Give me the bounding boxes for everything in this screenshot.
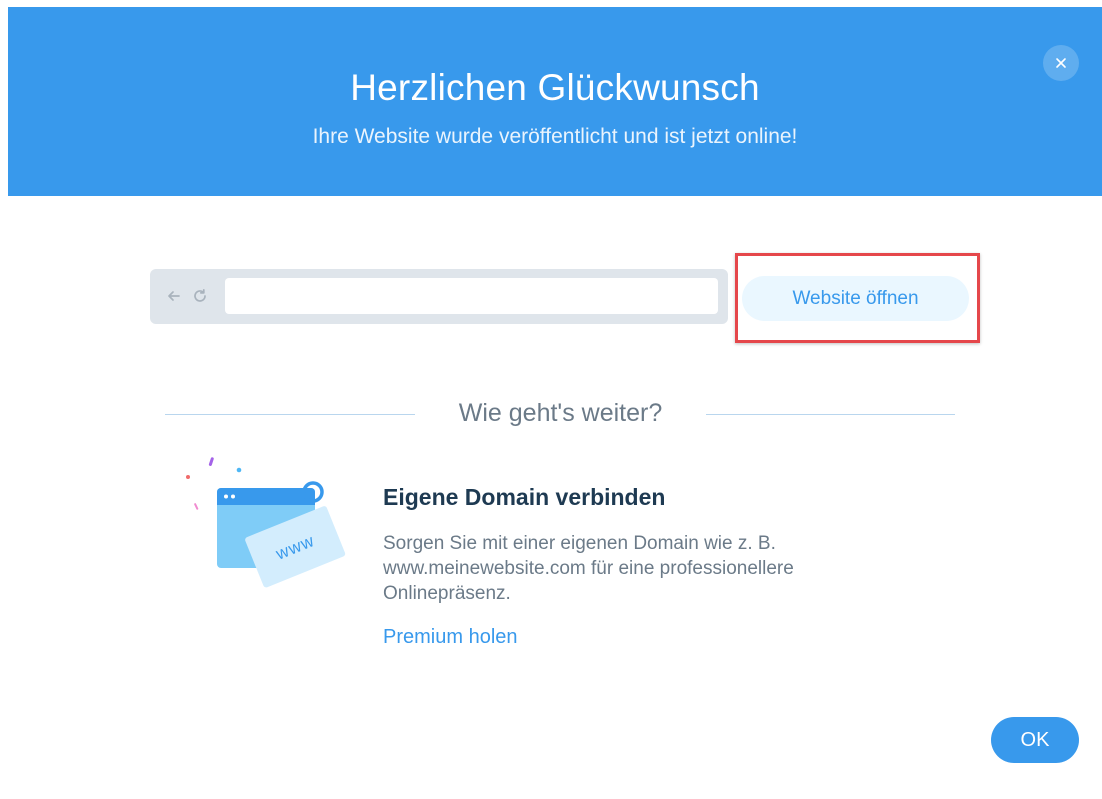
premium-link[interactable]: Premium holen — [383, 626, 518, 649]
publish-success-dialog: Herzlichen Glückwunsch Ihre Website wurd… — [0, 0, 1102, 799]
reload-icon — [194, 288, 206, 302]
next-steps-heading: Wie geht's weiter? — [458, 399, 663, 427]
window-top-edge — [0, 0, 1102, 7]
confetti-piece — [194, 503, 199, 510]
close-icon — [1056, 58, 1066, 68]
feature-description: Sorgen Sie mit einer eigenen Domain wie … — [383, 533, 794, 604]
feature-title: Eigene Domain verbinden — [383, 484, 666, 510]
ok-button[interactable]: OK — [991, 717, 1079, 763]
domain-illustration: www — [186, 457, 346, 588]
dialog-subtitle: Ihre Website wurde veröffentlicht und is… — [312, 125, 798, 148]
arrow-left-icon — [168, 291, 180, 301]
close-button[interactable] — [1043, 45, 1079, 81]
confetti-piece — [208, 457, 214, 466]
website-url-field[interactable] — [225, 278, 718, 314]
divider-left — [165, 414, 415, 415]
dialog-title: Herzlichen Glückwunsch — [350, 67, 760, 108]
browser-url-bar — [150, 269, 728, 324]
confetti-piece — [186, 475, 190, 479]
divider-right — [706, 414, 955, 415]
dialog-header: Herzlichen Glückwunsch Ihre Website wurd… — [8, 7, 1102, 196]
highlight-annotation — [735, 253, 980, 343]
confetti-piece — [236, 467, 242, 473]
